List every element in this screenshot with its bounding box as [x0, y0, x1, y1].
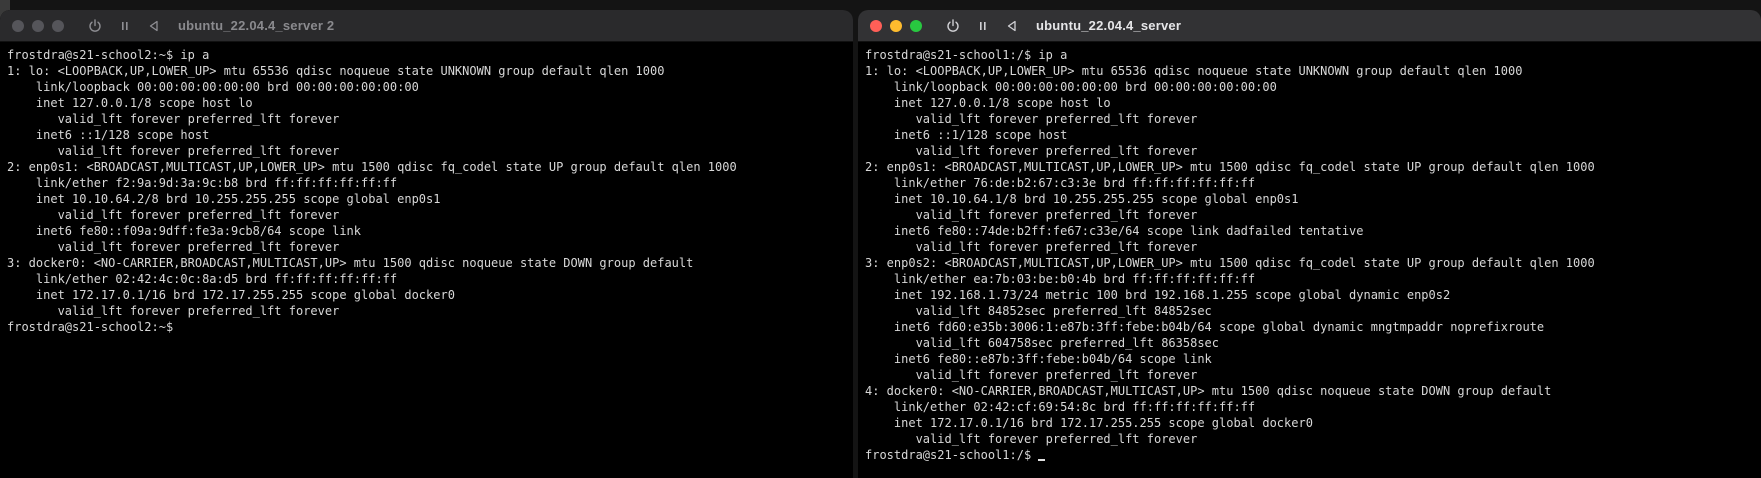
terminal-line: inet6 fe80::f09a:9dff:fe3a:9cb8/64 scope… — [7, 224, 362, 238]
window-title: ubuntu_22.04.4_server 2 — [178, 18, 335, 33]
terminal-output[interactable]: frostdra@s21-school1:/$ ip a 1: lo: <LOOP… — [858, 42, 1761, 468]
terminal-line: valid_lft forever preferred_lft forever — [865, 112, 1198, 126]
terminal-line: valid_lft forever preferred_lft forever — [865, 208, 1198, 222]
terminal-line: inet6 ::1/128 scope host — [7, 128, 210, 142]
back-icon[interactable] — [1006, 20, 1018, 32]
terminal-line: valid_lft 84852sec preferred_lft 84852se… — [865, 304, 1212, 318]
terminal-line: valid_lft forever preferred_lft forever — [865, 240, 1198, 254]
terminal-line: inet 192.168.1.73/24 metric 100 brd 192.… — [865, 288, 1451, 302]
terminal-line: inet 10.10.64.2/8 brd 10.255.255.255 sco… — [7, 192, 441, 206]
close-window-button[interactable] — [12, 19, 24, 32]
terminal-prompt: frostdra@s21-school1:/$ — [865, 448, 1039, 462]
terminal-line: inet 127.0.0.1/8 scope host lo — [865, 96, 1111, 110]
terminal-line: valid_lft forever preferred_lft forever — [865, 144, 1198, 158]
terminal-prompt: frostdra@s21-school2:~$ — [7, 320, 174, 334]
window-title: ubuntu_22.04.4_server — [1036, 18, 1182, 33]
terminal-line: link/loopback 00:00:00:00:00:00 brd 00:0… — [7, 80, 419, 94]
terminal-line: inet 172.17.0.1/16 brd 172.17.255.255 sc… — [7, 288, 455, 302]
terminal-cursor — [1038, 459, 1046, 461]
vm-window-server[interactable]: ubuntu_22.04.4_server frostdra@s21-schoo… — [858, 10, 1761, 478]
minimize-window-button[interactable] — [890, 19, 902, 32]
terminal-line: link/ether 76:de:b2:67:c3:3e brd ff:ff:f… — [865, 176, 1256, 190]
terminal-line: valid_lft forever preferred_lft forever — [865, 368, 1198, 382]
close-window-button[interactable] — [870, 19, 882, 32]
terminal-line: inet 172.17.0.1/16 brd 172.17.255.255 sc… — [865, 416, 1313, 430]
terminal-line: valid_lft forever preferred_lft forever — [7, 144, 340, 158]
window-titlebar[interactable]: ubuntu_22.04.4_server 2 — [0, 10, 853, 42]
terminal-line: inet6 fd60:e35b:3006:1:e87b:3ff:febe:b04… — [865, 320, 1545, 334]
terminal-line: link/loopback 00:00:00:00:00:00 brd 00:0… — [865, 80, 1277, 94]
terminal-line: frostdra@s21-school2:~$ ip a — [7, 48, 210, 62]
terminal-line: inet 10.10.64.1/8 brd 10.255.255.255 sco… — [865, 192, 1299, 206]
terminal-line: valid_lft forever preferred_lft forever — [865, 432, 1198, 446]
terminal-line: valid_lft forever preferred_lft forever — [7, 240, 340, 254]
window-controls — [12, 19, 64, 32]
terminal-line: 2: enp0s1: <BROADCAST,MULTICAST,UP,LOWER… — [7, 160, 737, 174]
power-icon[interactable] — [946, 18, 960, 33]
terminal-output[interactable]: frostdra@s21-school2:~$ ip a 1: lo: <LOOP… — [0, 42, 853, 340]
terminal-line: link/ether ea:7b:03:be:b0:4b brd ff:ff:f… — [865, 272, 1256, 286]
terminal-line: valid_lft forever preferred_lft forever — [7, 208, 340, 222]
terminal-line: inet 127.0.0.1/8 scope host lo — [7, 96, 253, 110]
window-controls — [870, 19, 922, 32]
power-icon[interactable] — [88, 18, 102, 33]
pause-icon[interactable] — [978, 20, 988, 32]
terminal-line: valid_lft forever preferred_lft forever — [7, 112, 340, 126]
terminal-line: inet6 ::1/128 scope host — [865, 128, 1068, 142]
terminal-line: link/ether 02:42:cf:69:54:8c brd ff:ff:f… — [865, 400, 1256, 414]
terminal-line: 2: enp0s1: <BROADCAST,MULTICAST,UP,LOWER… — [865, 160, 1595, 174]
window-titlebar[interactable]: ubuntu_22.04.4_server — [858, 10, 1761, 42]
terminal-line: 1: lo: <LOOPBACK,UP,LOWER_UP> mtu 65536 … — [7, 64, 665, 78]
terminal-line: 1: lo: <LOOPBACK,UP,LOWER_UP> mtu 65536 … — [865, 64, 1523, 78]
terminal-line: frostdra@s21-school1:/$ ip a — [865, 48, 1068, 62]
terminal-prompt-line[interactable]: frostdra@s21-school1:/$ — [865, 447, 1754, 463]
terminal-line: inet6 fe80::74de:b2ff:fe67:c33e/64 scope… — [865, 224, 1364, 238]
zoom-window-button[interactable] — [52, 19, 64, 32]
terminal-line: 3: docker0: <NO-CARRIER,BROADCAST,MULTIC… — [7, 256, 694, 270]
terminal-line: valid_lft 604758sec preferred_lft 86358s… — [865, 336, 1220, 350]
terminal-line: 3: enp0s2: <BROADCAST,MULTICAST,UP,LOWER… — [865, 256, 1595, 270]
pause-icon[interactable] — [120, 20, 130, 32]
zoom-window-button[interactable] — [910, 19, 922, 32]
terminal-line: 4: docker0: <NO-CARRIER,BROADCAST,MULTIC… — [865, 384, 1552, 398]
vm-window-server2[interactable]: ubuntu_22.04.4_server 2 frostdra@s21-sch… — [0, 10, 853, 478]
terminal-line: link/ether 02:42:4c:0c:8a:d5 brd ff:ff:f… — [7, 272, 398, 286]
back-icon[interactable] — [148, 20, 160, 32]
terminal-line: link/ether f2:9a:9d:3a:9c:b8 brd ff:ff:f… — [7, 176, 398, 190]
terminal-line: inet6 fe80::e87b:3ff:febe:b04b/64 scope … — [865, 352, 1212, 366]
minimize-window-button[interactable] — [32, 19, 44, 32]
terminal-line: valid_lft forever preferred_lft forever — [7, 304, 340, 318]
